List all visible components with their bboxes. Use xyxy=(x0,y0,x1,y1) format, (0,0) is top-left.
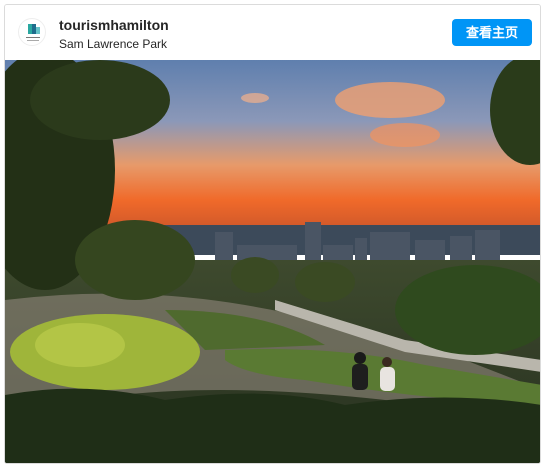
tourism-hamilton-logo-icon[interactable] xyxy=(18,18,46,46)
username-link[interactable]: tourismhamilton xyxy=(59,17,169,33)
post-header: tourismhamilton Sam Lawrence Park 查看主页 xyxy=(5,5,540,60)
view-profile-button[interactable]: 查看主页 xyxy=(452,19,532,46)
location-link[interactable]: Sam Lawrence Park xyxy=(59,37,167,51)
post-photo[interactable] xyxy=(5,60,541,464)
instagram-post-card: tourismhamilton Sam Lawrence Park 查看主页 xyxy=(4,4,541,464)
